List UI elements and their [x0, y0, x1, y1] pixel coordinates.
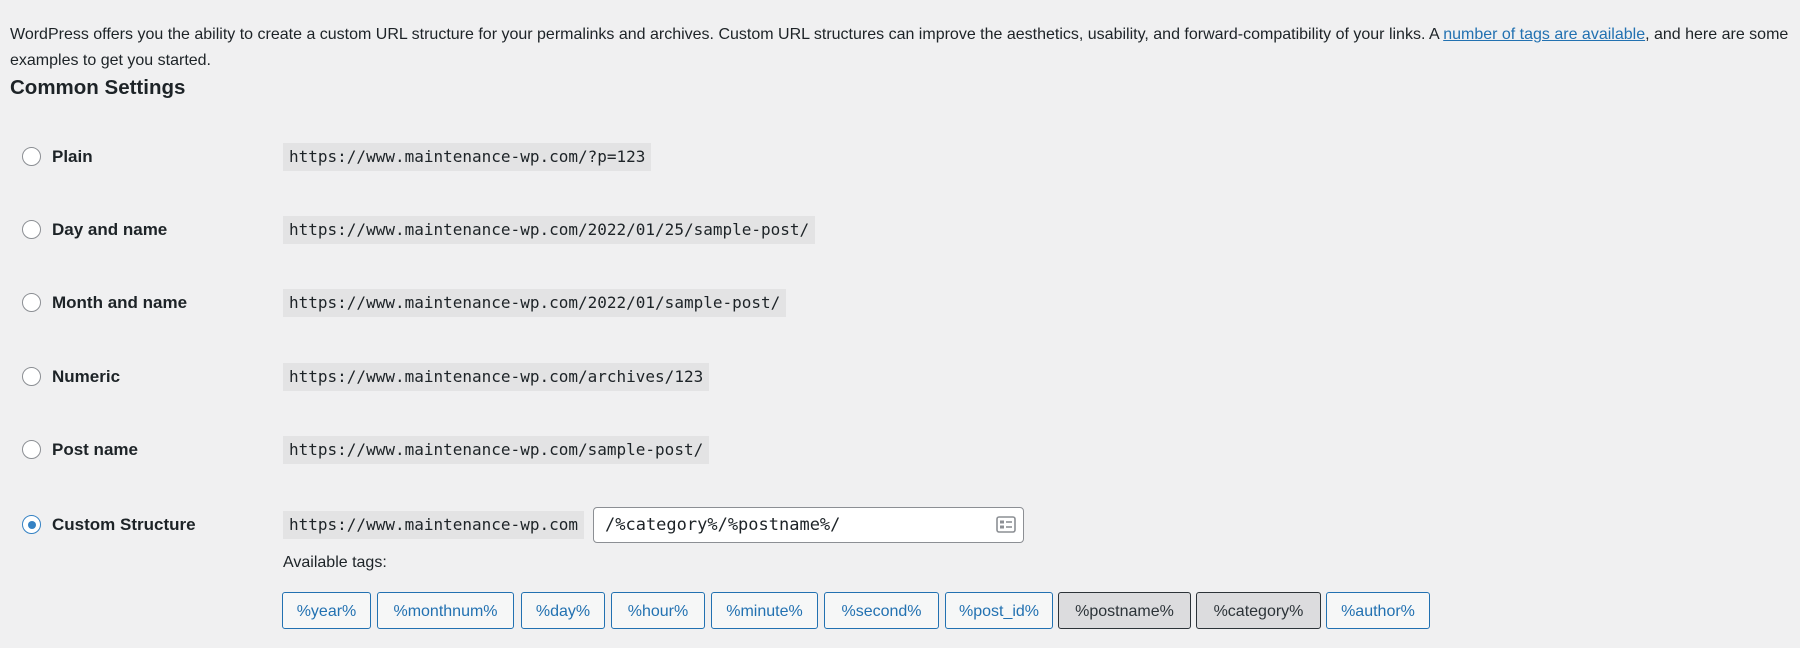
custom-structure-input[interactable]: /%category%/%postname%/ — [593, 507, 1024, 543]
tag-author-button[interactable]: %author% — [1326, 592, 1430, 629]
custom-structure-value[interactable]: /%category%/%postname%/ — [605, 514, 840, 536]
example-url: https://www.maintenance-wp.com/2022/01/2… — [283, 216, 816, 244]
radio-custom-structure[interactable] — [22, 515, 41, 534]
option-label[interactable]: Plain — [52, 146, 93, 168]
option-label[interactable]: Custom Structure — [52, 514, 196, 536]
tag-minute-button[interactable]: %minute% — [711, 592, 818, 629]
tag-category-button[interactable]: %category% — [1196, 592, 1321, 629]
tag-second-button[interactable]: %second% — [824, 592, 939, 629]
tag-postname-button[interactable]: %postname% — [1058, 592, 1191, 629]
example-url: https://www.maintenance-wp.com/sample-po… — [283, 436, 710, 464]
example-url: https://www.maintenance-wp.com/?p=123 — [283, 143, 652, 171]
radio-day-and-name[interactable] — [22, 220, 41, 239]
tag-hour-button[interactable]: %hour% — [611, 592, 705, 629]
option-numeric[interactable]: Numeric https://www.maintenance-wp.com/a… — [0, 358, 1800, 398]
option-label[interactable]: Numeric — [52, 366, 120, 388]
tag-year-button[interactable]: %year% — [282, 592, 371, 629]
tag-monthnum-button[interactable]: %monthnum% — [377, 592, 514, 629]
example-url: https://www.maintenance-wp.com/archives/… — [283, 363, 710, 391]
available-tags-label: Available tags: — [283, 554, 387, 571]
option-label[interactable]: Month and name — [52, 292, 187, 314]
option-label[interactable]: Day and name — [52, 219, 167, 241]
radio-month-and-name[interactable] — [22, 293, 41, 312]
option-custom-structure[interactable]: Custom Structure https://www.maintenance… — [0, 506, 1800, 546]
example-url: https://www.maintenance-wp.com/2022/01/s… — [283, 289, 787, 317]
radio-plain[interactable] — [22, 147, 41, 166]
intro-paragraph: WordPress offers you the ability to crea… — [10, 22, 1790, 74]
intro-text-before: WordPress offers you the ability to crea… — [10, 26, 1444, 43]
option-month-and-name[interactable]: Month and name https://www.maintenance-w… — [0, 284, 1800, 324]
tags-available-link[interactable]: number of tags are available — [1443, 26, 1645, 43]
option-post-name[interactable]: Post name https://www.maintenance-wp.com… — [0, 431, 1800, 471]
radio-numeric[interactable] — [22, 367, 41, 386]
option-label[interactable]: Post name — [52, 439, 138, 461]
radio-post-name[interactable] — [22, 440, 41, 459]
base-url: https://www.maintenance-wp.com — [283, 511, 584, 539]
option-day-and-name[interactable]: Day and name https://www.maintenance-wp.… — [0, 211, 1800, 251]
tag-post-id-button[interactable]: %post_id% — [945, 592, 1053, 629]
section-title: Common Settings — [10, 76, 186, 99]
tag-day-button[interactable]: %day% — [521, 592, 605, 629]
option-plain[interactable]: Plain https://www.maintenance-wp.com/?p=… — [0, 138, 1800, 178]
form-icon[interactable] — [996, 516, 1016, 533]
